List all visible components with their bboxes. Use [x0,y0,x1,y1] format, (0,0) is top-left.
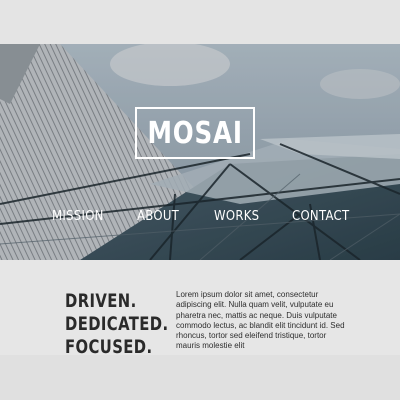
hero-banner: MOSAI MISSION ABOUT WORKS CONTACT [0,44,400,260]
logo[interactable]: MOSAI [135,107,255,159]
tagline-line-1: DRIVEN. [65,290,137,312]
nav-item-works[interactable]: WORKS [214,209,259,224]
main-nav: MISSION ABOUT WORKS CONTACT [0,209,400,229]
nav-item-contact[interactable]: CONTACT [292,209,349,224]
bottom-margin [0,355,400,400]
top-margin [0,0,400,44]
nav-item-about[interactable]: ABOUT [137,209,179,224]
logo-text: MOSAI [147,115,243,151]
intro-paragraph: Lorem ipsum dolor sit amet, consectetur … [176,290,345,351]
nav-item-mission[interactable]: MISSION [52,209,104,224]
tagline-line-2: DEDICATED. [65,313,169,335]
